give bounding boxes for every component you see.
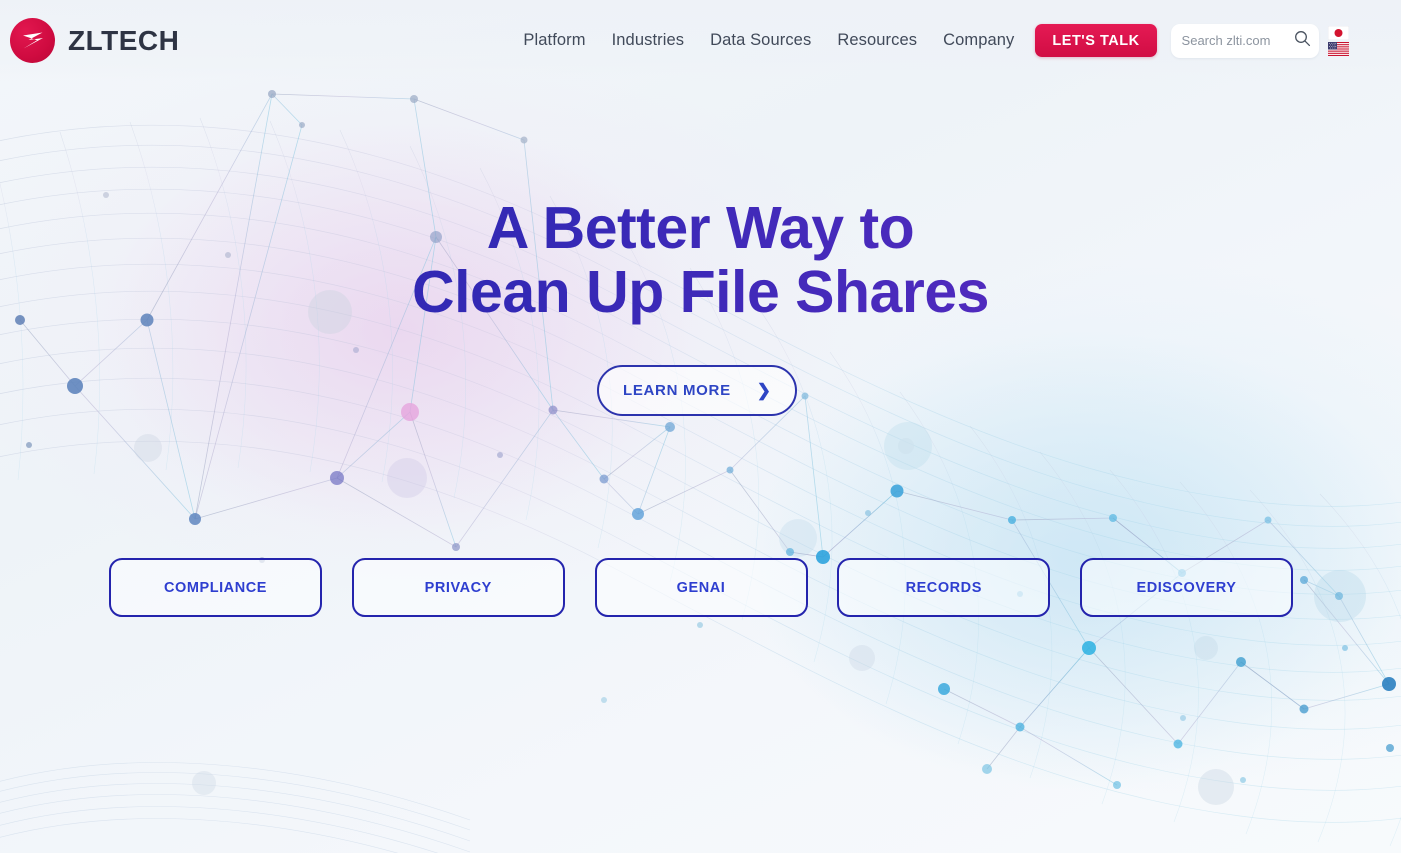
category-label: COMPLIANCE — [164, 579, 267, 596]
brand-name: ZLTECH — [68, 24, 180, 56]
category-label: PRIVACY — [424, 579, 492, 596]
learn-more-label: LEARN MORE — [622, 382, 731, 399]
headline-line-2: Clean Up File Shares — [412, 259, 989, 326]
category-button-privacy[interactable]: PRIVACY — [351, 558, 565, 617]
lets-talk-button[interactable]: LET'S TALK — [1035, 24, 1157, 57]
category-button-genai[interactable]: GENAI — [594, 558, 808, 617]
search-box[interactable] — [1170, 23, 1319, 58]
category-label: RECORDS — [905, 579, 982, 596]
headline-line-1: A Better Way to — [486, 195, 915, 261]
nav-item-company[interactable]: Company — [943, 31, 1014, 50]
zl-logo-icon — [10, 18, 55, 63]
category-button-compliance[interactable]: COMPLIANCE — [109, 558, 322, 617]
category-label: GENAI — [676, 579, 726, 596]
category-button-row: COMPLIANCE PRIVACY GENAI RECORDS EDISCOV… — [109, 558, 1293, 617]
hero-background-artwork — [0, 0, 1401, 853]
japan-flag-icon[interactable] — [1327, 25, 1349, 40]
search-icon[interactable] — [1294, 30, 1311, 52]
site-header: ZLTECH Platform Industries Data Sources … — [0, 0, 1401, 81]
nav-item-platform[interactable]: Platform — [523, 31, 585, 50]
nav-item-data-sources[interactable]: Data Sources — [710, 31, 811, 50]
page-title: A Better Way to Clean Up File Shares — [0, 196, 1401, 325]
language-switcher[interactable] — [1327, 25, 1349, 56]
main-navigation: Platform Industries Data Sources Resourc… — [523, 31, 1014, 50]
category-button-ediscovery[interactable]: EDISCOVERY — [1080, 558, 1293, 617]
hero-section: A Better Way to Clean Up File Shares LEA… — [0, 0, 1401, 853]
page-root: ZLTECH Platform Industries Data Sources … — [0, 0, 1401, 853]
learn-more-button[interactable]: LEARN MORE ❯ — [597, 365, 797, 416]
category-button-records[interactable]: RECORDS — [837, 558, 1051, 617]
usa-flag-icon[interactable] — [1327, 41, 1349, 56]
nav-item-industries[interactable]: Industries — [612, 31, 685, 50]
nav-item-resources[interactable]: Resources — [837, 31, 917, 50]
brand-logo[interactable]: ZLTECH — [10, 18, 179, 63]
search-input[interactable] — [1181, 33, 1294, 48]
category-label: EDISCOVERY — [1136, 579, 1237, 596]
chevron-right-icon: ❯ — [756, 381, 772, 400]
